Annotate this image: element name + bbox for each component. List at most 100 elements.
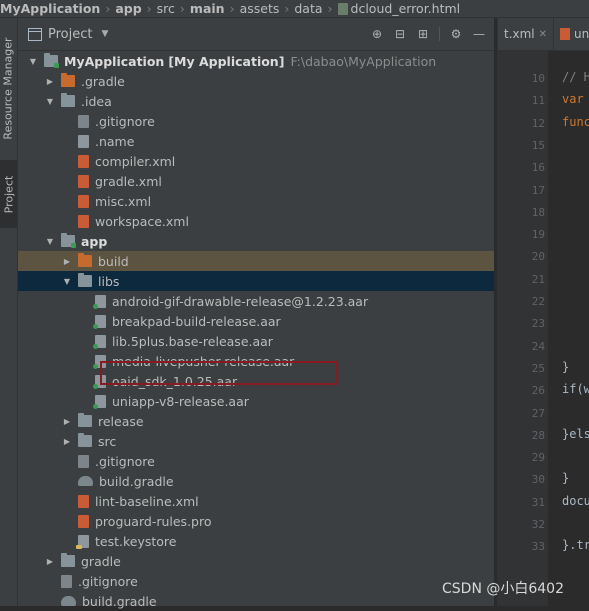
tree-item[interactable]: ▶ build — [18, 251, 494, 271]
tree-item-label: test.keystore — [95, 533, 177, 549]
project-panel: Project ▼ ⊕ ⊟ ⊞ ⚙ — ▼ MyApplication [My Ap… — [18, 18, 512, 609]
line-number: 24 — [531, 339, 545, 353]
xml-file-icon — [78, 494, 89, 508]
project-tool-tab[interactable]: Project — [0, 160, 17, 228]
tree-item[interactable]: ▶ .gradle — [18, 71, 494, 91]
tree-item-label: .gitignore — [95, 453, 155, 469]
tree-item[interactable]: gradle.xml — [18, 171, 494, 191]
code-line: }els — [562, 426, 589, 441]
line-number: 26 — [531, 384, 545, 398]
line-number-gutter: 10 11 12 15 16 17 18 19 20 21 22 23 24 25 26 27 28 29 30 31… — [498, 51, 548, 606]
tree-item[interactable]: ▼ app — [18, 231, 494, 251]
folder-icon — [78, 433, 92, 447]
tree-item[interactable]: workspace.xml — [18, 211, 494, 231]
xml-file-icon — [78, 174, 89, 188]
breadcrumb-item[interactable]: data — [294, 1, 322, 16]
tree-item[interactable]: uniapp-v8-release.aar — [18, 391, 494, 411]
project-view-selector[interactable]: Project ▼ — [28, 27, 108, 42]
tree-item-label: .gitignore — [95, 113, 155, 129]
breadcrumb-item[interactable]: dcloud_error.html — [337, 1, 460, 16]
tree-item[interactable]: build.gradle — [18, 591, 494, 611]
hide-icon[interactable]: — — [472, 27, 486, 41]
line-number: 27 — [531, 406, 545, 420]
breadcrumb-item[interactable]: assets — [240, 1, 280, 16]
chevron-right-icon[interactable]: ▶ — [62, 416, 72, 426]
tree-item[interactable]: breakpad-build-release.aar — [18, 311, 494, 331]
chevron-down-icon[interactable]: ▼ — [45, 236, 55, 246]
xml-file-icon — [78, 194, 89, 208]
breadcrumb-label: assets — [239, 1, 280, 16]
chevron-right-icon[interactable]: ▶ — [45, 76, 55, 86]
chevron-right-icon[interactable]: ▶ — [62, 256, 72, 266]
chevron-down-icon[interactable]: ▼ — [62, 276, 72, 286]
code-line: }.tr — [562, 538, 589, 553]
archive-file-icon — [93, 314, 106, 329]
tree-item-label: compiler.xml — [95, 153, 176, 169]
line-number: 22 — [531, 295, 545, 308]
breadcrumb-label: data — [294, 1, 323, 16]
breadcrumb-item[interactable]: app — [115, 1, 141, 16]
tree-item[interactable]: lint-baseline.xml — [18, 491, 494, 511]
tree-item[interactable]: android-gif-drawable-release@1.2.23.aar — [18, 291, 494, 311]
tree-item-label: MyApplication — [64, 53, 165, 69]
watermark: CSDN @小白6402 — [442, 581, 564, 597]
editor-area: t.xml ✕ un 10 11 12 15 16 17 18 19 20 21 22 23 24 25 26… — [497, 18, 589, 606]
tree-item[interactable]: lib.5plus.base-release.aar — [18, 331, 494, 351]
line-number: 29 — [531, 451, 545, 465]
line-number: 12 — [531, 116, 545, 130]
tree-item[interactable]: ▶ release — [18, 411, 494, 431]
tree-item-label: app — [81, 233, 108, 249]
tree-item-label: release — [98, 413, 144, 429]
crosshair-icon[interactable]: ⊕ — [370, 27, 384, 41]
breadcrumb-label: app — [115, 1, 142, 16]
editor-tab-un[interactable]: un — [554, 18, 589, 50]
folder-icon — [78, 413, 92, 427]
breadcrumb-item[interactable]: main — [190, 1, 225, 16]
project-view-label: Project — [48, 26, 93, 42]
line-number: 15 — [531, 138, 545, 152]
breadcrumb-separator-icon: › — [146, 1, 152, 16]
tree-item[interactable]: .gitignore — [18, 451, 494, 471]
breadcrumb-item[interactable]: src — [157, 1, 175, 16]
tree-item[interactable]: test.keystore — [18, 531, 494, 551]
tree-item[interactable]: ▼ .idea — [18, 91, 494, 111]
tree-item[interactable]: .name — [18, 131, 494, 151]
chevron-right-icon[interactable]: ▶ — [45, 556, 55, 566]
editor-tab-xml[interactable]: t.xml ✕ — [498, 18, 555, 50]
left-tool-strip: Resource Manager Project — [0, 18, 18, 606]
excluded-folder-icon — [61, 73, 75, 87]
tree-item[interactable]: .gitignore — [18, 571, 494, 591]
close-icon[interactable]: ✕ — [539, 29, 547, 40]
tree-item[interactable]: ▶ src — [18, 431, 494, 451]
tree-item[interactable]: ▼ libs — [18, 271, 494, 291]
expand-icon[interactable]: ⊞ — [416, 27, 430, 41]
resource-manager-tab[interactable]: Resource Manager — [0, 26, 17, 151]
collapse-icon[interactable]: ⊟ — [393, 27, 407, 41]
chevron-down-icon: ▼ — [101, 29, 109, 39]
gear-icon[interactable]: ⚙ — [449, 27, 463, 41]
tree-item[interactable]: build.gradle — [18, 471, 494, 491]
chevron-down-icon[interactable]: ▼ — [45, 96, 55, 106]
tree-item[interactable]: .gitignore — [18, 111, 494, 131]
tree-item-label: .gitignore — [78, 573, 138, 589]
breadcrumb-separator-icon: › — [327, 1, 333, 16]
project-view-icon — [28, 27, 42, 41]
tree-item[interactable]: misc.xml — [18, 191, 494, 211]
chevron-right-icon[interactable]: ▶ — [62, 436, 72, 446]
tree-item-label: .idea — [81, 93, 112, 109]
breadcrumb-item[interactable]: MyApplication — [0, 1, 100, 16]
tree-item[interactable]: ▼ MyApplication [My Application] F:\dabao\M… — [18, 51, 494, 71]
tree-item[interactable]: compiler.xml — [18, 151, 494, 171]
chevron-down-icon[interactable]: ▼ — [28, 56, 38, 66]
line-number: 18 — [531, 205, 545, 219]
tree-item[interactable]: ▶ gradle — [18, 551, 494, 571]
module-name-label: [My Application] — [168, 53, 285, 69]
tree-item-label: lint-baseline.xml — [95, 493, 199, 509]
line-number: 20 — [531, 250, 545, 264]
tree-item[interactable]: proguard-rules.pro — [18, 511, 494, 531]
tree-item-label: build — [98, 253, 129, 269]
line-number: 10 — [531, 72, 545, 85]
tree-item-label: workspace.xml — [95, 213, 189, 229]
tree-item-label: lib.5plus.base-release.aar — [112, 333, 273, 349]
line-number: 33 — [531, 540, 545, 554]
